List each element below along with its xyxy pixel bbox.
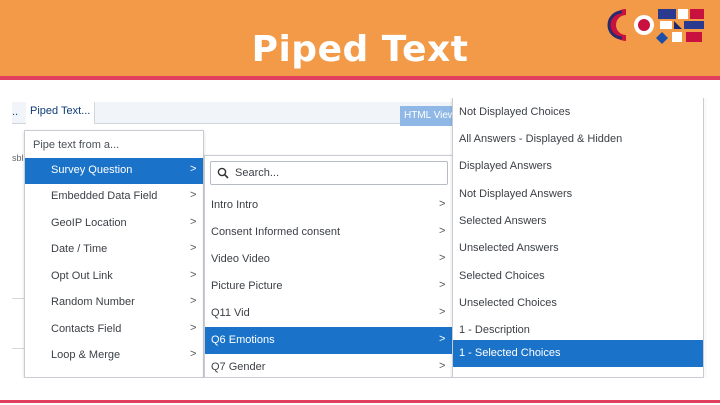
chevron-right-icon: > xyxy=(439,252,446,264)
chevron-right-icon: > xyxy=(439,360,446,372)
question-item-q11[interactable]: Q11 Vid > xyxy=(205,300,453,327)
option-item[interactable]: Not Displayed Answers xyxy=(453,181,703,208)
bottom-accent-line xyxy=(0,400,720,403)
menu-item-label: Loop & Merge xyxy=(51,349,121,361)
background-fragment: sbl xyxy=(12,153,24,163)
editor-toolbar: .. Piped Text... HTML View xyxy=(12,102,472,126)
chevron-right-icon: > xyxy=(190,269,197,281)
option-item[interactable]: Displayed Answers xyxy=(453,153,703,180)
chevron-right-icon: > xyxy=(190,348,197,360)
menu-item-geoip-location[interactable]: GeoIP Location > xyxy=(25,211,203,237)
question-item-intro[interactable]: Intro Intro > xyxy=(205,192,453,219)
search-icon xyxy=(217,167,229,179)
menu-item-random-number[interactable]: Random Number > xyxy=(25,290,203,316)
question-picker-menu: Search... Intro Intro > Consent Informed… xyxy=(204,155,454,378)
chevron-right-icon: > xyxy=(190,163,197,175)
menu-item-loop-merge[interactable]: Loop & Merge > xyxy=(25,343,203,369)
pipe-source-heading: Pipe text from a... xyxy=(33,139,120,151)
chevron-right-icon: > xyxy=(190,295,197,307)
option-item[interactable]: Not Displayed Choices xyxy=(453,99,703,126)
screenshot-area: .. Piped Text... HTML View sbl Pipe text… xyxy=(12,98,707,378)
menu-item-label: GeoIP Location xyxy=(51,217,127,229)
menu-item-opt-out-link[interactable]: Opt Out Link > xyxy=(25,264,203,290)
background-divider xyxy=(12,298,24,299)
menu-item-label: Embedded Data Field xyxy=(51,190,158,202)
menu-item-label: Date / Time xyxy=(51,243,108,255)
toolbar-prev-item[interactable]: .. xyxy=(12,106,18,118)
option-item[interactable]: Selected Choices xyxy=(453,263,703,290)
question-item-label: Consent Informed consent xyxy=(211,226,341,238)
menu-item-label: Random Number xyxy=(51,296,135,308)
search-placeholder: Search... xyxy=(235,167,280,179)
question-item-q6[interactable]: Q6 Emotions > xyxy=(205,327,453,354)
question-item-label: Intro Intro xyxy=(211,199,259,211)
question-item-picture[interactable]: Picture Picture > xyxy=(205,273,453,300)
question-item-consent[interactable]: Consent Informed consent > xyxy=(205,219,453,246)
menu-item-survey-question[interactable]: Survey Question > xyxy=(25,158,203,184)
question-item-label: Q7 Gender xyxy=(211,361,266,373)
chevron-right-icon: > xyxy=(190,189,197,201)
option-item-selected[interactable]: 1 - Selected Choices xyxy=(453,340,703,367)
menu-item-label: Contacts Field xyxy=(51,323,122,335)
menu-item-date-time[interactable]: Date / Time > xyxy=(25,237,203,263)
background-edge xyxy=(704,98,707,378)
question-item-label: Video Video xyxy=(211,253,270,265)
piped-text-button[interactable]: Piped Text... xyxy=(26,102,96,124)
question-item-q7[interactable]: Q7 Gender > xyxy=(205,354,453,378)
search-input[interactable]: Search... xyxy=(210,161,448,185)
question-item-label: Picture Picture xyxy=(211,280,283,292)
chevron-right-icon: > xyxy=(439,198,446,210)
chevron-right-icon: > xyxy=(190,216,197,228)
option-item[interactable]: Unselected Answers xyxy=(453,235,703,262)
pipe-source-menu: Pipe text from a... Survey Question > Em… xyxy=(24,130,204,378)
option-item[interactable]: Selected Answers xyxy=(453,208,703,235)
question-item-label: Q11 Vid xyxy=(211,307,250,319)
option-item[interactable]: Unselected Choices xyxy=(453,290,703,317)
menu-item-contacts-field[interactable]: Contacts Field > xyxy=(25,317,203,343)
answer-option-menu: Not Displayed Choices All Answers - Disp… xyxy=(452,98,704,378)
menu-item-embedded-data-field[interactable]: Embedded Data Field > xyxy=(25,184,203,210)
chevron-right-icon: > xyxy=(439,333,446,345)
chevron-right-icon: > xyxy=(190,322,197,334)
question-item-label: Q6 Emotions xyxy=(211,334,275,346)
menu-item-label: Survey Question xyxy=(51,164,133,176)
question-item-video[interactable]: Video Video > xyxy=(205,246,453,273)
chevron-right-icon: > xyxy=(190,242,197,254)
chevron-right-icon: > xyxy=(439,279,446,291)
chevron-right-icon: > xyxy=(439,225,446,237)
option-item[interactable]: All Answers - Displayed & Hidden xyxy=(453,126,703,153)
menu-item-label: Opt Out Link xyxy=(51,270,113,282)
background-divider xyxy=(12,348,24,349)
title-banner: Piped Text xyxy=(0,0,720,80)
chevron-right-icon: > xyxy=(439,306,446,318)
brand-logo xyxy=(606,6,706,44)
